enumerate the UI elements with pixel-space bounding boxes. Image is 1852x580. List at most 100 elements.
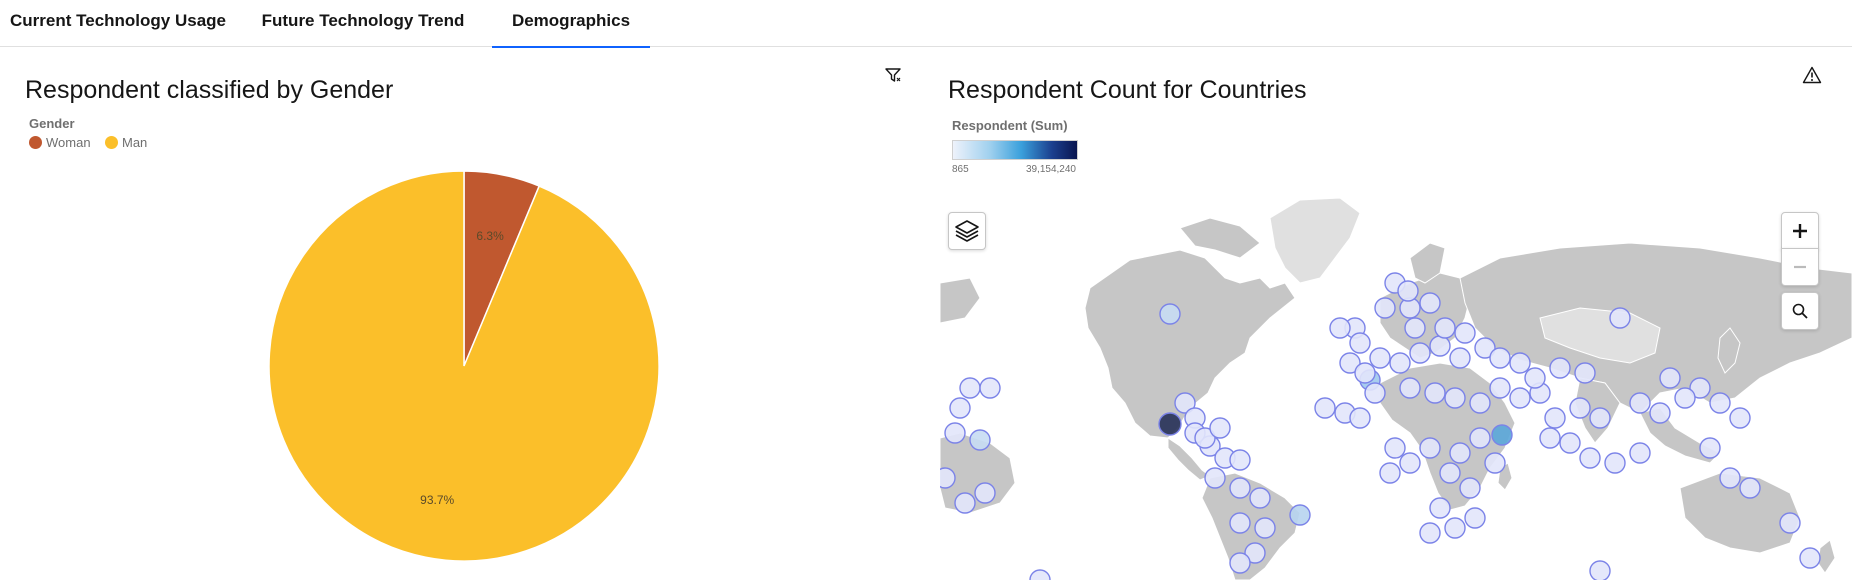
country-bubble[interactable] [1489,347,1511,369]
country-bubble[interactable] [1444,387,1466,409]
country-bubble[interactable] [1699,437,1721,459]
map-search-button[interactable] [1781,292,1819,330]
country-bubble[interactable] [1649,402,1671,424]
country-bubble[interactable] [1439,462,1461,484]
country-bubble[interactable] [1374,297,1396,319]
country-bubble[interactable] [1329,317,1351,339]
country-bubble[interactable] [1524,367,1546,389]
country-bubble[interactable] [1574,362,1596,384]
country-bubble[interactable] [1444,517,1466,539]
country-bubble[interactable] [1254,517,1276,539]
pie-slice-man[interactable] [268,170,660,562]
country-bubble[interactable] [1249,487,1271,509]
country-bubble[interactable] [1349,407,1371,429]
country-bubble[interactable] [1209,417,1231,439]
tab-future-technology-trend[interactable]: Future Technology Trend [256,0,470,46]
east-asia-edge-shape [940,277,981,324]
country-bubble[interactable] [1349,332,1371,354]
country-bubble[interactable] [1429,497,1451,519]
country-bubble[interactable] [1399,377,1421,399]
country-bubble[interactable] [1449,442,1471,464]
country-bubble[interactable] [1229,477,1251,499]
country-bubble[interactable] [1379,462,1401,484]
country-bubble[interactable] [1399,452,1421,474]
tab-bar: Current Technology Usage Future Technolo… [0,0,1852,48]
country-bubble[interactable] [1709,392,1731,414]
country-bubble[interactable] [1539,427,1561,449]
tab-demographics[interactable]: Demographics [492,0,650,48]
country-bubble[interactable] [1484,452,1506,474]
country-bubble[interactable] [1464,507,1486,529]
country-bubble[interactable] [1729,407,1751,429]
country-bubble[interactable] [1229,552,1251,574]
country-bubble[interactable] [1779,512,1801,534]
country-bubble[interactable] [1354,362,1376,384]
country-bubble[interactable] [1579,447,1601,469]
country-bubble[interactable] [1469,427,1491,449]
country-bubble[interactable] [1569,397,1591,419]
pie-label-man: 93.7% [420,493,454,507]
country-bubble[interactable] [1419,522,1441,544]
warning-icon[interactable] [1802,66,1822,89]
country-bubble[interactable] [1549,357,1571,379]
country-bubble[interactable] [1429,335,1451,357]
country-bubble[interactable] [1509,387,1531,409]
country-bubble[interactable] [1424,382,1446,404]
country-bubble[interactable] [1434,317,1456,339]
country-bubble[interactable] [1409,342,1431,364]
country-bubble[interactable] [1454,322,1476,344]
country-bubble[interactable] [1739,477,1761,499]
country-bubble[interactable] [1404,317,1426,339]
country-bubble[interactable] [944,422,966,444]
country-bubble[interactable] [1229,449,1251,471]
country-bubble[interactable] [969,429,991,451]
country-bubble[interactable] [1158,412,1182,436]
plus-icon [1793,224,1807,238]
zoom-in-button[interactable] [1781,212,1819,250]
country-bubble[interactable] [1459,477,1481,499]
country-bubble[interactable] [1629,442,1651,464]
country-bubble[interactable] [949,397,971,419]
country-bubble[interactable] [1491,424,1513,446]
country-bubble[interactable] [1159,303,1181,325]
country-bubble[interactable] [1419,292,1441,314]
country-bubble[interactable] [1469,392,1491,414]
pie-label-woman: 6.3% [476,229,504,243]
country-bubble[interactable] [1799,547,1821,569]
gender-panel: Respondent classified by Gender Gender W… [0,46,940,580]
country-bubble[interactable] [1384,437,1406,459]
country-bubble[interactable] [954,492,976,514]
country-bubble[interactable] [1364,382,1386,404]
map-layers-button[interactable] [948,212,986,250]
country-bubble[interactable] [940,467,956,489]
country-bubble[interactable] [1229,512,1251,534]
country-bubble[interactable] [1369,347,1391,369]
country-bubble[interactable] [1544,407,1566,429]
country-bubble[interactable] [1489,377,1511,399]
country-bubble[interactable] [1659,367,1681,389]
country-bubble[interactable] [1314,397,1336,419]
country-bubble[interactable] [1289,504,1311,526]
country-bubble[interactable] [1029,569,1051,580]
country-bubble[interactable] [1419,437,1441,459]
country-bubble[interactable] [1449,347,1471,369]
world-map[interactable] [940,188,1852,580]
country-bubble[interactable] [974,482,996,504]
country-bubble[interactable] [979,377,1001,399]
country-bubble[interactable] [1589,560,1611,580]
zoom-out-button[interactable] [1781,248,1819,286]
country-bubble[interactable] [1609,307,1631,329]
country-bubble[interactable] [1674,387,1696,409]
country-bubble[interactable] [1589,407,1611,429]
tab-current-technology-usage[interactable]: Current Technology Usage [0,0,236,46]
country-bubble[interactable] [1604,452,1626,474]
country-bubble[interactable] [1629,392,1651,414]
country-bubble[interactable] [1397,280,1419,302]
country-bubble[interactable] [1389,352,1411,374]
country-bubble[interactable] [1204,467,1226,489]
country-bubble[interactable] [1509,352,1531,374]
country-bubble[interactable] [959,377,981,399]
country-bubble[interactable] [1719,467,1741,489]
country-bubble[interactable] [1559,432,1581,454]
map-legend-title: Respondent (Sum) [952,118,1068,133]
